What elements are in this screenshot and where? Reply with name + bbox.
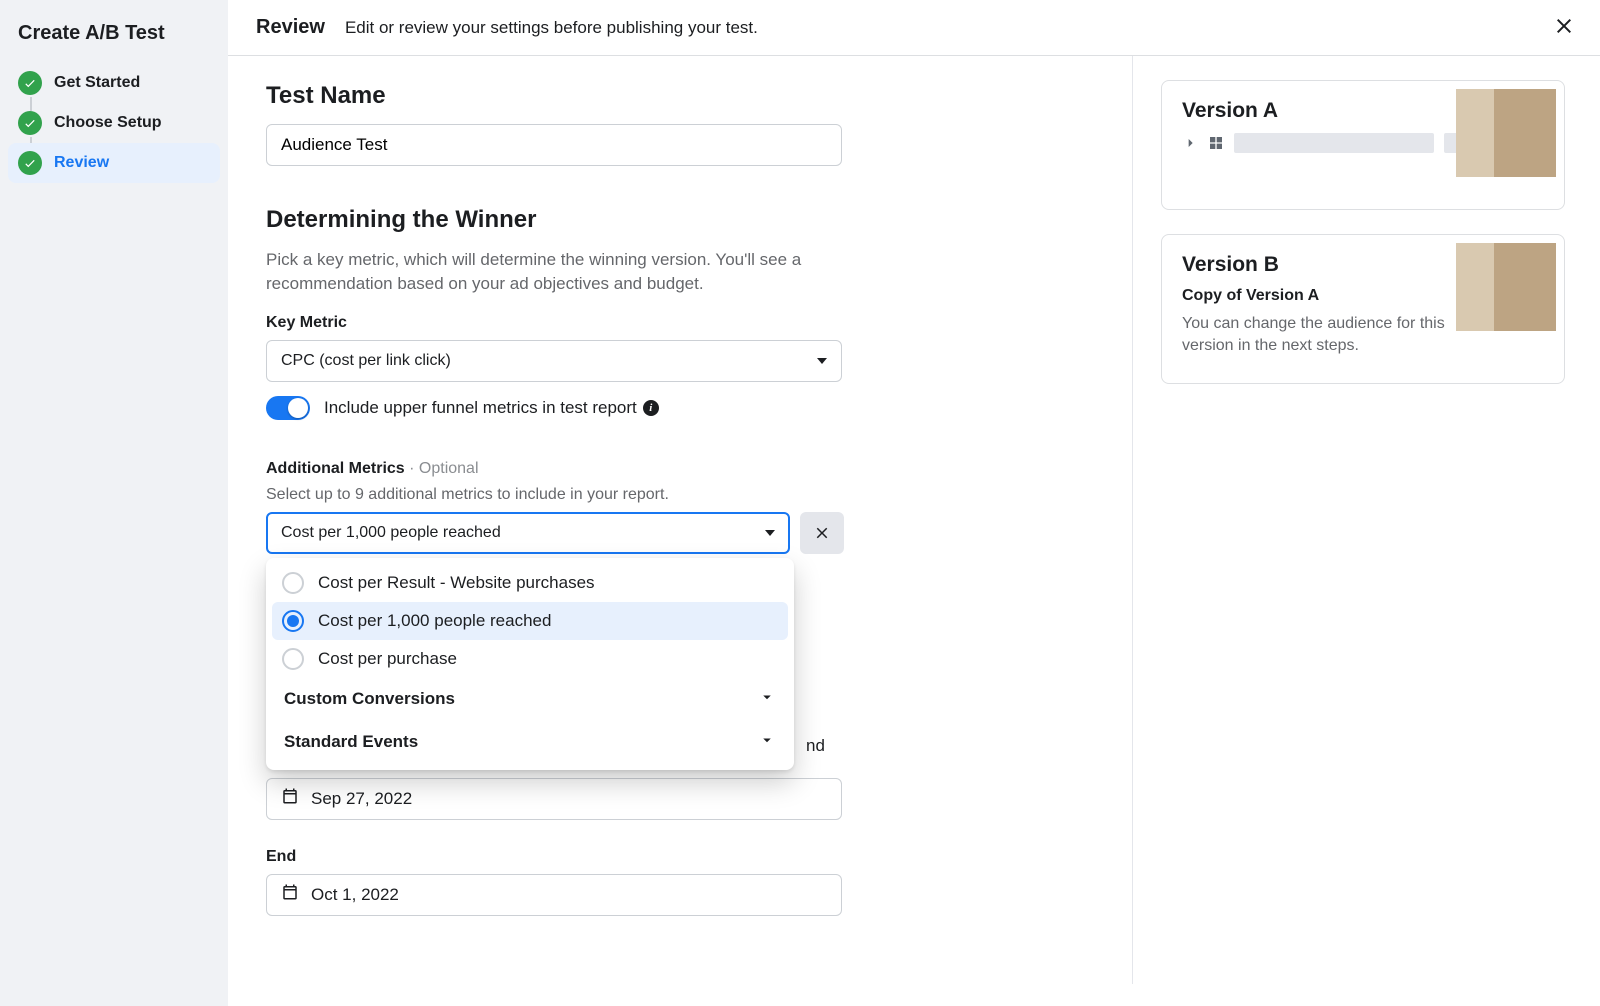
close-icon bbox=[1552, 14, 1576, 38]
chevron-right-icon bbox=[1182, 135, 1198, 151]
test-name-input[interactable] bbox=[266, 124, 842, 166]
key-metric-value: CPC (cost per link click) bbox=[281, 352, 451, 370]
end-date-input[interactable]: Oct 1, 2022 bbox=[266, 874, 842, 916]
header-title: Review bbox=[256, 16, 325, 39]
test-name-heading: Test Name bbox=[266, 82, 1094, 110]
page-header: Review Edit or review your settings befo… bbox=[228, 0, 1600, 56]
header-subtitle: Edit or review your settings before publ… bbox=[345, 18, 758, 38]
metric-option[interactable]: Cost per purchase bbox=[272, 640, 788, 678]
upper-funnel-toggle[interactable] bbox=[266, 396, 310, 420]
calendar-icon bbox=[281, 787, 299, 810]
remove-metric-button[interactable] bbox=[800, 512, 844, 554]
end-date-value: Oct 1, 2022 bbox=[311, 885, 399, 905]
metric-option[interactable]: Cost per 1,000 people reached bbox=[272, 602, 788, 640]
sidebar-title: Create A/B Test bbox=[8, 16, 220, 63]
step-label: Get Started bbox=[54, 74, 140, 92]
end-date-label: End bbox=[266, 848, 1094, 866]
key-metric-select[interactable]: CPC (cost per link click) bbox=[266, 340, 842, 382]
winner-heading: Determining the Winner bbox=[266, 206, 1094, 234]
metric-dropdown: Cost per Result - Website purchases Cost… bbox=[266, 558, 794, 770]
grid-icon bbox=[1208, 135, 1224, 151]
chevron-down-icon bbox=[758, 731, 776, 754]
version-b-card[interactable]: Version B Copy of Version A You can chan… bbox=[1161, 234, 1565, 384]
info-icon[interactable]: i bbox=[643, 400, 659, 416]
caret-down-icon bbox=[765, 530, 775, 536]
version-b-thumbnail bbox=[1456, 243, 1556, 331]
close-button[interactable] bbox=[1552, 14, 1576, 42]
additional-metrics-label: Additional Metrics · Optional bbox=[266, 460, 1094, 478]
step-choose-setup[interactable]: Choose Setup bbox=[8, 103, 220, 143]
metric-group-custom-conversions[interactable]: Custom Conversions bbox=[272, 678, 788, 721]
start-date-input[interactable]: Sep 27, 2022 bbox=[266, 778, 842, 820]
check-icon bbox=[18, 71, 42, 95]
calendar-icon bbox=[281, 883, 299, 906]
additional-desc: Select up to 9 additional metrics to inc… bbox=[266, 486, 1094, 504]
check-icon bbox=[18, 111, 42, 135]
skeleton-bar bbox=[1234, 133, 1434, 153]
start-date-value: Sep 27, 2022 bbox=[311, 789, 412, 809]
additional-metric-select[interactable]: Cost per 1,000 people reached bbox=[266, 512, 790, 554]
close-icon bbox=[813, 524, 831, 542]
step-label: Review bbox=[54, 154, 109, 172]
step-label: Choose Setup bbox=[54, 114, 162, 132]
form-column: Test Name Determining the Winner Pick a … bbox=[228, 56, 1133, 984]
toggle-label: Include upper funnel metrics in test rep… bbox=[324, 398, 659, 418]
step-review[interactable]: Review bbox=[8, 143, 220, 183]
winner-desc: Pick a key metric, which will determine … bbox=[266, 248, 826, 296]
key-metric-label: Key Metric bbox=[266, 314, 1094, 332]
additional-metric-value: Cost per 1,000 people reached bbox=[281, 524, 501, 542]
version-a-thumbnail bbox=[1456, 89, 1556, 177]
wizard-sidebar: Create A/B Test Get Started Choose Setup… bbox=[0, 0, 228, 1006]
version-b-desc: You can change the audience for this ver… bbox=[1182, 313, 1452, 358]
metric-option[interactable]: Cost per Result - Website purchases bbox=[272, 564, 788, 602]
radio-icon bbox=[282, 610, 304, 632]
versions-column: Version A Version B Copy of Version A Yo… bbox=[1133, 56, 1593, 984]
radio-icon bbox=[282, 648, 304, 670]
check-icon bbox=[18, 151, 42, 175]
metric-group-standard-events[interactable]: Standard Events bbox=[272, 721, 788, 764]
step-get-started[interactable]: Get Started bbox=[8, 63, 220, 103]
version-a-card[interactable]: Version A bbox=[1161, 80, 1565, 210]
radio-icon bbox=[282, 572, 304, 594]
caret-down-icon bbox=[817, 358, 827, 364]
chevron-down-icon bbox=[758, 688, 776, 711]
